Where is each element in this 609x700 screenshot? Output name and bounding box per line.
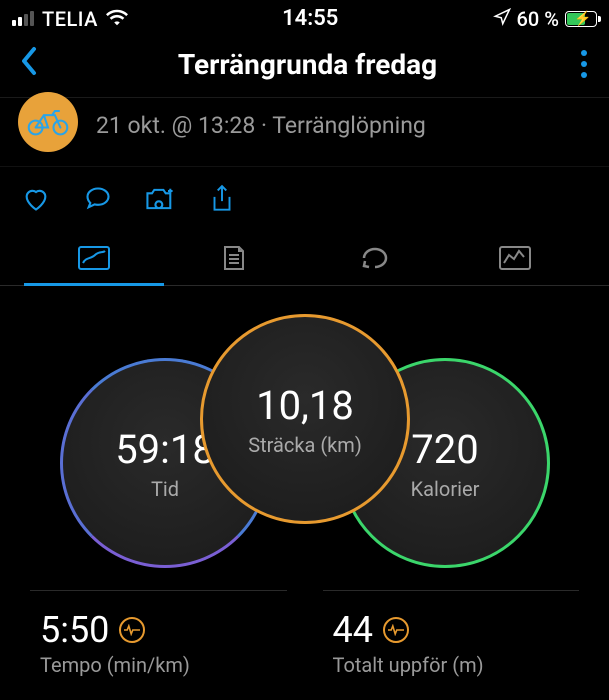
stat-pace: 5:50 Tempo (min/km): [30, 590, 287, 677]
activity-subtitle: 21 okt. @ 13:28 · Terränglöpning: [96, 112, 426, 139]
action-bar: [0, 166, 609, 229]
loop-icon: [358, 243, 392, 273]
metric-distance: 10,18 Sträcka (km): [200, 314, 410, 524]
clock: 14:55: [282, 6, 338, 31]
heart-icon: [21, 185, 51, 213]
like-button[interactable]: [20, 185, 52, 213]
comment-icon: [83, 185, 113, 213]
avatar[interactable]: [18, 92, 78, 152]
status-bar: TELIA 14:55 60 % ⚡: [0, 0, 609, 33]
distance-label: Sträcka (km): [248, 433, 362, 457]
ascent-label: Totalt uppför (m): [333, 653, 570, 677]
tab-notes[interactable]: [164, 229, 304, 285]
wifi-icon: [106, 7, 128, 31]
tab-bar: [0, 229, 609, 286]
time-label: Tid: [151, 477, 179, 501]
pulse-icon: [119, 617, 145, 643]
calories-value: 720: [411, 426, 478, 473]
notes-icon: [217, 243, 251, 273]
map-icon: [77, 243, 111, 273]
stat-ascent: 44 Totalt uppför (m): [323, 590, 580, 677]
tab-laps[interactable]: [305, 229, 445, 285]
photo-button[interactable]: [144, 185, 176, 213]
back-button[interactable]: [18, 45, 38, 83]
stats-row: 5:50 Tempo (min/km) 44 Totalt uppför (m): [0, 590, 609, 677]
share-icon: [209, 184, 235, 214]
comment-button[interactable]: [82, 185, 114, 213]
page-title: Terrängrunda fredag: [38, 48, 577, 81]
battery-percent: 60 %: [517, 7, 559, 31]
location-icon: [493, 7, 511, 31]
chart-icon: [498, 243, 532, 273]
activity-meta: 21 okt. @ 13:28 · Terränglöpning: [0, 98, 609, 166]
pace-value: 5:50: [40, 609, 109, 651]
signal-icon: [12, 11, 34, 26]
tab-map[interactable]: [24, 229, 164, 285]
nav-bar: Terrängrunda fredag: [0, 33, 609, 97]
share-button[interactable]: [206, 185, 238, 213]
tab-chart[interactable]: [445, 229, 585, 285]
pace-label: Tempo (min/km): [40, 653, 277, 677]
battery-icon: ⚡: [565, 11, 597, 27]
metric-circles: 10,18 Sträcka (km) 59:18 Tid 720 Kalorie…: [0, 310, 609, 590]
camera-plus-icon: [144, 185, 176, 213]
pulse-icon: [383, 617, 409, 643]
carrier-label: TELIA: [42, 7, 98, 31]
time-value: 59:18: [115, 426, 215, 473]
distance-value: 10,18: [256, 382, 354, 429]
ascent-value: 44: [333, 609, 373, 651]
more-menu-button[interactable]: [577, 46, 591, 82]
calories-label: Kalorier: [411, 477, 480, 501]
bike-icon: [26, 107, 70, 137]
